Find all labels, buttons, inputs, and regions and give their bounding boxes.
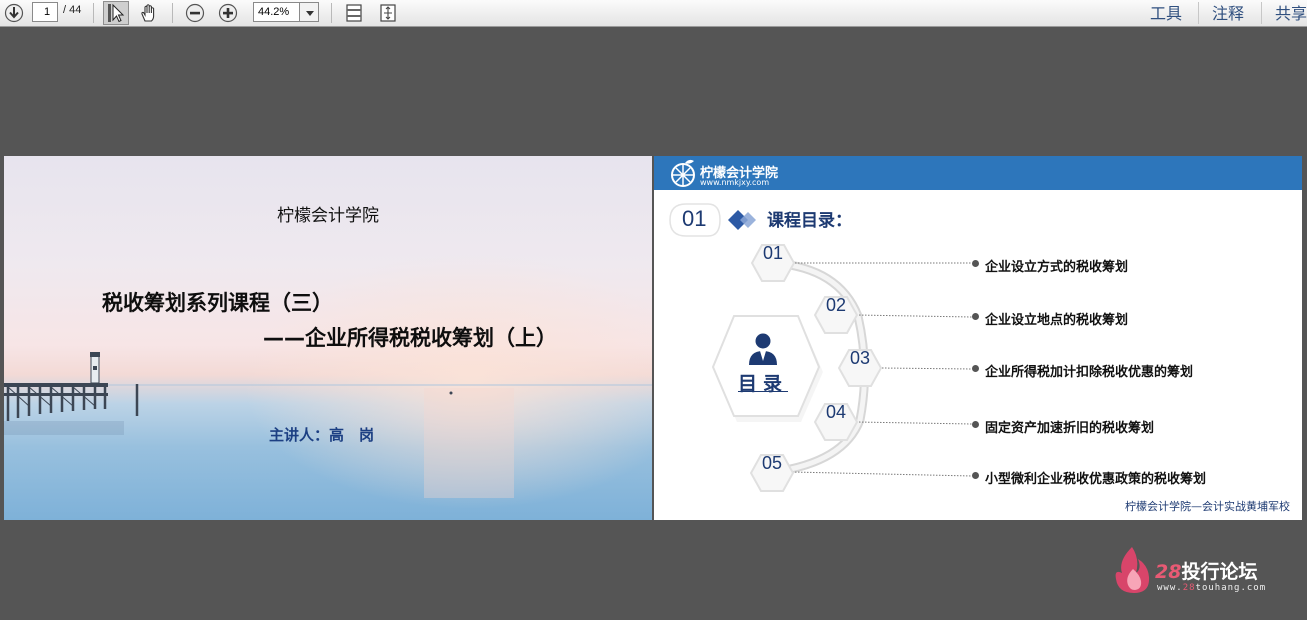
zoom-in-button[interactable] [216,1,240,25]
watermark-brand: 28投行论坛 [1155,557,1257,584]
fit-page-icon [380,4,396,22]
agenda-item-3: 企业所得税加计扣除税收优惠的筹划 [985,365,1194,380]
agenda-number-5: 05 [749,453,795,493]
page-number-input[interactable]: 1 [32,2,58,22]
agenda-item-2: 企业设立地点的税收筹划 [985,313,1129,328]
slide-1-thumbnail[interactable]: 柠檬会计学院 税收筹划系列课程（三） ——企业所得税税收筹划（上） 主讲人：高 … [4,156,652,520]
agenda-bullet [972,260,979,267]
fit-page-button[interactable] [376,1,400,25]
slide-1-title: 税收筹划系列课程（三） [102,291,333,315]
toolbar-divider [1198,2,1199,24]
hand-tool-icon [141,4,155,22]
slide-2-footer: 柠檬会计学院—会计实战黄埔军校 [1125,500,1290,513]
toolbar-divider [1261,2,1262,24]
agenda-item-1: 企业设立方式的税收筹划 [985,260,1129,275]
slide-1-school-name: 柠檬会计学院 [277,206,379,226]
agenda-item-5: 小型微利企业税收优惠政策的税收筹划 [985,472,1207,487]
person-icon [749,333,777,365]
share-link[interactable]: 共享 [1275,0,1307,24]
zoom-out-button[interactable] [183,1,207,25]
comment-link[interactable]: 注释 [1212,0,1244,24]
watermark-name: 投行论坛 [1181,561,1258,583]
agenda-number-2: 02 [813,295,859,335]
toolbar-divider [172,3,173,23]
select-tool-button[interactable] [103,1,129,25]
agenda-number-3: 03 [837,348,883,388]
agenda-bullet [972,365,979,372]
tools-link[interactable]: 工具 [1150,0,1182,24]
agenda-bullet [972,313,979,320]
watermark-url: www.28touhang.com [1157,583,1267,593]
select-cursor-icon [108,3,125,23]
flame-logo-icon [1115,547,1150,593]
next-page-button[interactable] [2,1,26,25]
zoom-level-input[interactable]: 44.2% [253,2,300,22]
toolbar-divider [93,3,94,23]
agenda-number-1: 01 [750,243,796,283]
zoom-out-icon [185,3,205,23]
agenda-number-4: 04 [813,402,859,442]
download-arrow-icon [4,3,24,23]
fit-width-icon [346,4,362,22]
fit-width-button[interactable] [342,1,366,25]
agenda-bullet [972,472,979,479]
page-total-label: / 44 [63,4,82,16]
slide-1-subtitle: ——企业所得税税收筹划（上） [263,326,557,350]
toolbar-divider [331,3,332,23]
pdf-toolbar: 1 / 44 44.2% 工具 注释 共享 [0,0,1307,27]
toc-center-label: 目录 [737,373,788,395]
agenda-bullet [972,421,979,428]
slide-1-speaker: 主讲人：高 岗 [269,426,375,444]
slide-2-thumbnail[interactable]: 柠檬会计学院 www.nmkjxy.com 01 课程目录： 目录 01 02 … [654,156,1302,520]
hand-tool-button[interactable] [136,1,162,25]
agenda-item-4: 固定资产加速折旧的税收筹划 [985,421,1155,436]
watermark-number: 28 [1155,561,1182,583]
zoom-in-icon [218,3,238,23]
zoom-dropdown-button[interactable] [299,2,319,22]
